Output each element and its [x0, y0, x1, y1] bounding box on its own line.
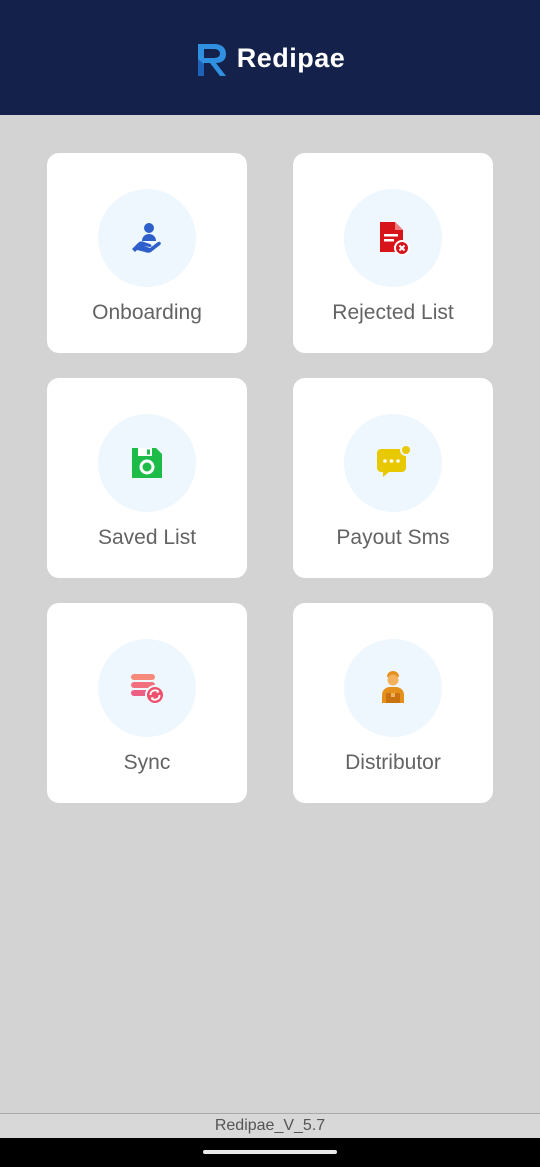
- app-header: Redipae: [0, 0, 540, 115]
- tile-label: Payout Sms: [336, 526, 450, 549]
- sync-tile[interactable]: Sync: [47, 603, 247, 803]
- icon-circle: [98, 414, 196, 512]
- save-disk-icon: [132, 448, 162, 478]
- tile-label: Distributor: [345, 751, 441, 774]
- tile-label: Sync: [123, 751, 171, 774]
- tile-label: Rejected List: [332, 301, 454, 324]
- home-indicator[interactable]: [203, 1150, 337, 1154]
- icon-circle: [344, 414, 442, 512]
- payout-sms-tile[interactable]: Payout Sms: [293, 378, 493, 578]
- tile-label: Onboarding: [92, 301, 202, 324]
- redipae-logo-icon: [197, 43, 226, 76]
- onboarding-tile[interactable]: Onboarding: [47, 153, 247, 353]
- brand: Redipae: [195, 40, 346, 78]
- chat-message-icon: [377, 444, 412, 477]
- icon-circle: [344, 639, 442, 737]
- rejected-list-tile[interactable]: Rejected List: [293, 153, 493, 353]
- brand-name: Redipae: [236, 43, 346, 73]
- saved-list-tile[interactable]: Saved List: [47, 378, 247, 578]
- app-version: Redipae_V_5.7: [214, 1117, 326, 1134]
- menu-grid: Onboarding Rejected List Saved List Payo…: [47, 153, 493, 803]
- tile-label: Saved List: [97, 526, 197, 549]
- database-sync-icon: [131, 674, 165, 705]
- icon-circle: [344, 189, 442, 287]
- icon-circle: [98, 639, 196, 737]
- icon-circle: [98, 189, 196, 287]
- rejected-document-icon: [380, 222, 410, 256]
- system-navigation-bar: [0, 1138, 540, 1167]
- hand-user-icon: [132, 223, 161, 253]
- distributor-person-icon: [382, 671, 404, 703]
- footer: Redipae_V_5.7: [0, 1113, 540, 1138]
- distributor-tile[interactable]: Distributor: [293, 603, 493, 803]
